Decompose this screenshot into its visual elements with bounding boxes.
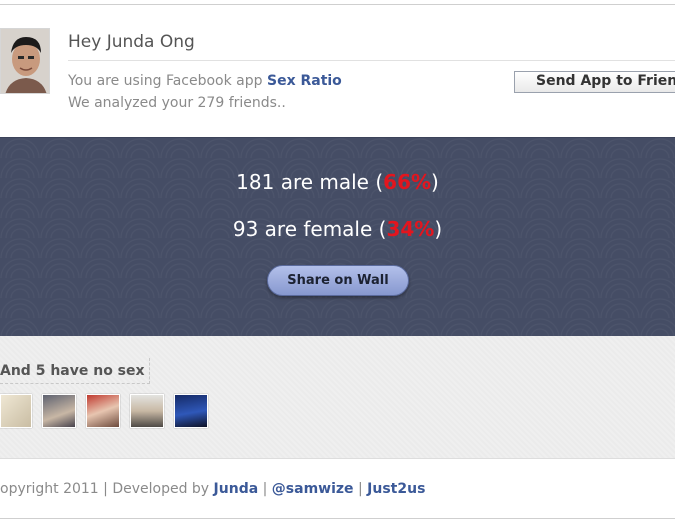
male-close-paren: ) bbox=[431, 170, 439, 194]
user-avatar[interactable] bbox=[0, 28, 50, 94]
footer-divider-top bbox=[0, 458, 675, 459]
junda-link[interactable]: Junda bbox=[214, 481, 259, 497]
friend-thumbnail[interactable] bbox=[0, 394, 32, 428]
footer-separator: | bbox=[258, 481, 272, 497]
friend-thumbnail[interactable] bbox=[174, 394, 208, 428]
footer-divider-bottom bbox=[0, 518, 675, 519]
male-percentage: 66% bbox=[383, 170, 432, 194]
no-sex-section: And 5 have no sex bbox=[0, 336, 675, 458]
no-sex-label: And 5 have no sex bbox=[0, 358, 150, 384]
friend-thumbnail[interactable] bbox=[42, 394, 76, 428]
female-count-text: 93 are female ( bbox=[232, 217, 387, 241]
copyright-text: opyright 2011 | Developed by bbox=[0, 481, 214, 497]
footer-separator: | bbox=[353, 481, 368, 497]
female-close-paren: ) bbox=[434, 217, 443, 241]
app-usage-text: You are using Facebook app Sex Ratio bbox=[68, 73, 342, 89]
analyzed-friends-text: We analyzed your 279 friends.. bbox=[68, 95, 286, 111]
app-usage-prefix: You are using Facebook app bbox=[68, 73, 267, 89]
send-app-to-friends-button[interactable]: Send App to Friends bbox=[514, 71, 675, 93]
female-percentage: 34% bbox=[386, 217, 435, 241]
footer-text: opyright 2011 | Developed by Junda | @sa… bbox=[0, 481, 425, 497]
app-name-link[interactable]: Sex Ratio bbox=[267, 73, 342, 89]
greeting-text: Hey Junda Ong bbox=[68, 32, 195, 52]
just2us-link[interactable]: Just2us bbox=[367, 481, 425, 497]
avatar-photo-icon bbox=[1, 29, 49, 93]
male-count-text: 181 are male ( bbox=[236, 170, 384, 194]
male-count-line: 181 are male (66%) bbox=[0, 170, 675, 194]
header-divider bbox=[68, 60, 675, 61]
share-on-wall-button[interactable]: Share on Wall bbox=[267, 265, 409, 296]
friend-thumbnail[interactable] bbox=[130, 394, 164, 428]
friend-thumbnail[interactable] bbox=[86, 394, 120, 428]
samwize-link[interactable]: @samwize bbox=[272, 481, 354, 497]
results-panel: 181 are male (66%) 93 are female (34%) S… bbox=[0, 137, 675, 336]
female-count-line: 93 are female (34%) bbox=[0, 217, 675, 241]
top-divider bbox=[0, 4, 675, 5]
